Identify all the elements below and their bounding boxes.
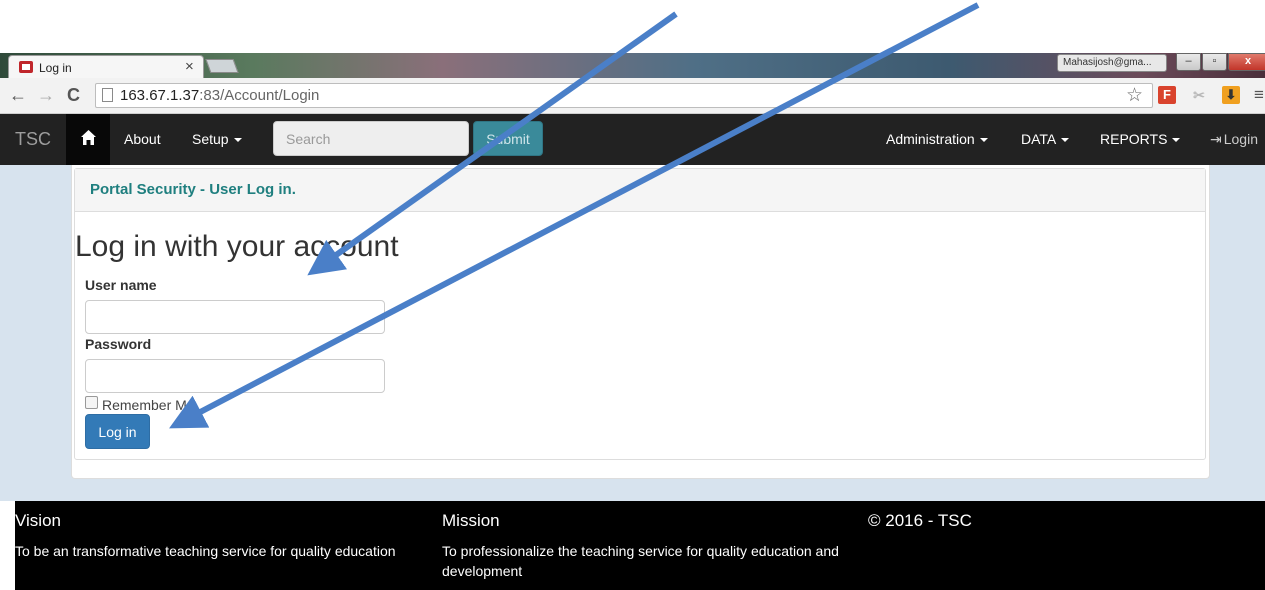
brand-link[interactable]: TSC xyxy=(15,129,51,150)
username-field[interactable] xyxy=(85,300,385,334)
extension-f-icon[interactable]: F xyxy=(1158,86,1176,104)
home-icon xyxy=(81,130,96,145)
browser-menu-icon[interactable]: ≡ xyxy=(1254,85,1264,105)
remember-me-checkbox[interactable] xyxy=(85,396,98,409)
panel-heading: Portal Security - User Log in. xyxy=(75,169,1205,212)
username-label: User name xyxy=(85,277,157,293)
browser-tab[interactable]: Log in × xyxy=(8,55,204,79)
url-text: 163.67.1.37:83/Account/Login xyxy=(120,87,320,104)
site-favicon-icon xyxy=(19,61,33,73)
password-field[interactable] xyxy=(85,359,385,393)
site-navbar: TSC About Setup Submit Administration DA… xyxy=(0,114,1265,165)
search-input[interactable] xyxy=(273,121,469,156)
bookmark-star-icon[interactable]: ☆ xyxy=(1126,84,1143,107)
vision-text: To be an transformative teaching service… xyxy=(15,543,396,559)
footer-vision: Vision To be an transformative teaching … xyxy=(15,511,425,561)
new-tab-button[interactable] xyxy=(205,59,239,73)
tab-close-icon[interactable]: × xyxy=(185,58,194,76)
footer-mission: Mission To professionalize the teaching … xyxy=(442,511,842,581)
login-button[interactable]: Log in xyxy=(85,414,150,449)
profile-badge[interactable]: Mahasijosh@gma... xyxy=(1057,54,1167,72)
site-footer: Vision To be an transformative teaching … xyxy=(15,501,1265,590)
mission-text: To professionalize the teaching service … xyxy=(442,543,839,579)
caret-down-icon xyxy=(1061,138,1070,143)
nav-reports-dropdown[interactable]: REPORTS xyxy=(1100,131,1181,147)
nav-setup-dropdown[interactable]: Setup xyxy=(192,131,242,147)
page-icon xyxy=(102,88,113,102)
page-title: Log in with your account xyxy=(75,230,399,263)
mission-title: Mission xyxy=(442,511,500,530)
footer-copyright: © 2016 - TSC xyxy=(868,511,972,531)
nav-administration-dropdown[interactable]: Administration xyxy=(886,131,988,147)
home-nav-item[interactable] xyxy=(66,114,110,165)
caret-down-icon xyxy=(233,138,242,143)
forward-arrow-icon[interactable]: → xyxy=(37,84,55,106)
back-arrow-icon[interactable]: ← xyxy=(9,84,27,106)
remember-me-label[interactable]: Remember Me xyxy=(102,397,195,413)
nav-login-link[interactable]: ⇥ Login xyxy=(1210,131,1258,148)
nav-about[interactable]: About xyxy=(124,131,161,147)
download-extension-icon[interactable]: ⬇ xyxy=(1222,86,1240,104)
password-label: Password xyxy=(85,336,152,352)
panel-title: Portal Security - User Log in. xyxy=(90,181,296,198)
copyright-text: © 2016 - TSC xyxy=(868,511,972,530)
close-window-button[interactable]: x xyxy=(1228,53,1265,71)
nav-data-dropdown[interactable]: DATA xyxy=(1021,131,1070,147)
address-bar[interactable]: 163.67.1.37:83/Account/Login xyxy=(95,83,1153,108)
search-submit-button[interactable]: Submit xyxy=(473,121,543,156)
caret-down-icon xyxy=(1172,138,1181,143)
login-icon: ⇥ xyxy=(1210,131,1222,147)
caret-down-icon xyxy=(979,138,988,143)
vision-title: Vision xyxy=(15,511,61,530)
maximize-button[interactable]: ▫ xyxy=(1202,53,1227,71)
minimize-button[interactable]: – xyxy=(1176,53,1201,71)
extension-gray-icon[interactable]: ✂ xyxy=(1190,86,1208,104)
tab-title: Log in xyxy=(39,61,72,75)
reload-icon[interactable]: C xyxy=(67,84,80,106)
